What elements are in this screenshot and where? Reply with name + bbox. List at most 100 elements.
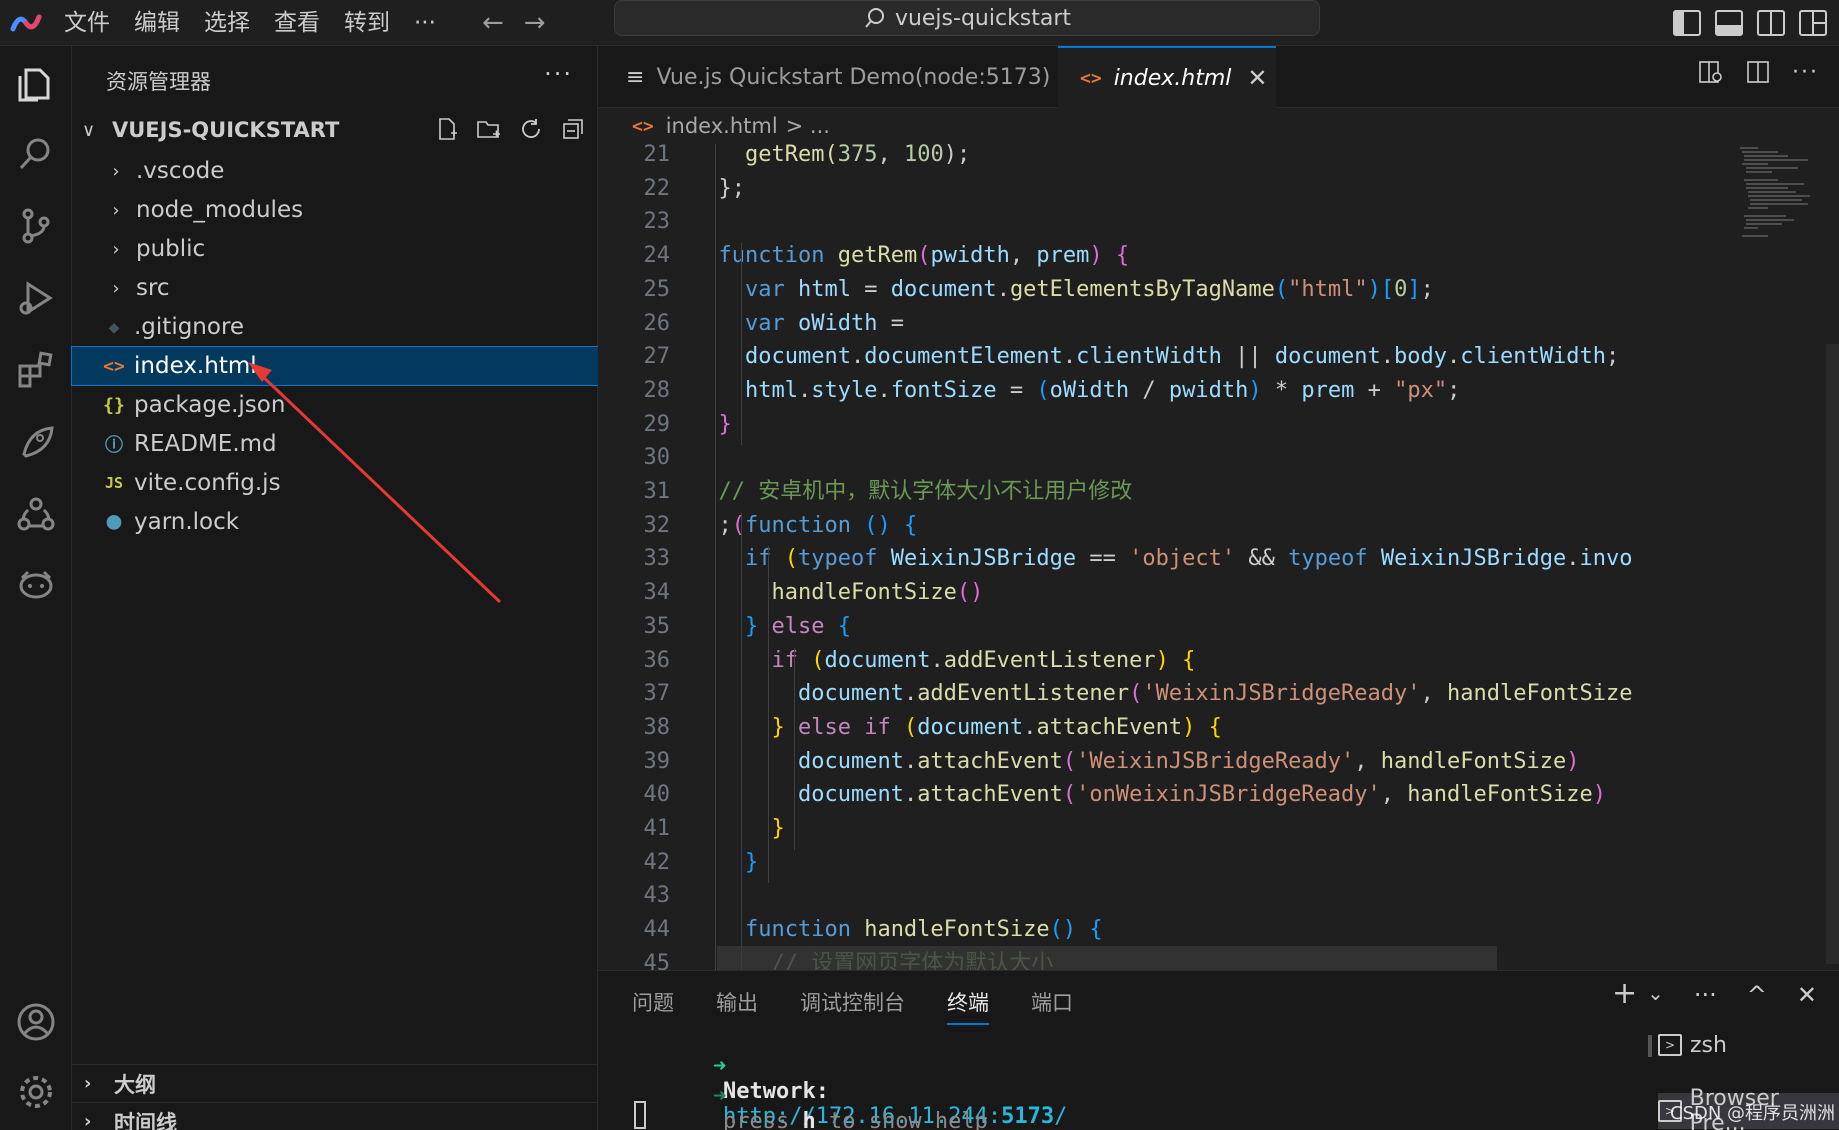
breadcrumb-file[interactable]: index.html [666,114,778,138]
menu-selection[interactable]: 选择 [192,0,262,46]
menu-file[interactable]: 文件 [52,0,122,46]
timeline-label: 时间线 [114,1110,177,1130]
toggle-panel-icon[interactable] [1715,10,1743,36]
customize-layout-icon[interactable] [1799,10,1827,36]
tab-ports[interactable]: 端口 [1031,987,1073,1025]
copilot-icon[interactable] [0,550,72,622]
code-text: } [718,411,732,437]
menu-more-button[interactable]: ··· [402,0,448,46]
code-line[interactable]: 43 [598,879,1728,912]
source-control-icon[interactable] [0,190,72,262]
line-number: 30 [643,445,671,471]
terminal-help-pre: press [722,1109,803,1130]
split-editor-icon[interactable] [1746,60,1770,90]
forward-arrow-icon[interactable]: → [514,0,556,46]
line-number: 28 [643,377,671,403]
code-text: } [771,816,785,841]
explorer-sidebar: 资源管理器 ··· ∨ VUEJS-QUICKSTART › .vscode ›… [71,46,599,1130]
line-number: 21 [643,144,671,167]
code-line[interactable]: 22 }; [598,172,1728,205]
layout-controls [1673,0,1839,46]
timeline-section[interactable]: › 时间线 [72,1102,598,1130]
tab-terminal[interactable]: 终端 [947,987,989,1025]
horizontal-scrollbar[interactable] [717,946,1497,970]
indent-guide [714,144,716,970]
toggle-primary-sidebar-icon[interactable] [1673,10,1701,36]
preview-icon: ≡ [626,64,645,90]
code-line[interactable]: 27 document.documentElement.clientWidth … [598,340,1728,373]
maximize-panel-icon[interactable]: ^ [1747,981,1767,1009]
remote-explorer-icon[interactable] [0,406,72,478]
line-number: 23 [643,209,671,235]
code-line[interactable]: 23 [598,205,1728,238]
code-text: handleFontSize() [771,580,984,606]
line-number: 37 [643,681,671,707]
code-text: function handleFontSize() { [744,917,1103,943]
code-line[interactable]: 31 // 安卓机中，默认字体大小不让用户修改 [598,475,1728,508]
tab-problems[interactable]: 问题 [632,987,674,1025]
breadcrumb-rest[interactable]: > ... [786,114,830,138]
tab-debug-console[interactable]: 调试控制台 [800,987,905,1025]
code-text: function getRem(pwidth, prem) { [718,243,1130,269]
account-icon[interactable] [0,986,72,1058]
line-number: 32 [643,512,671,538]
menu-view[interactable]: 查看 [262,0,332,46]
chevron-right-icon: › [84,1111,92,1130]
code-line[interactable]: 26 var oWidth = [598,307,1728,340]
code-line[interactable]: 32 ;(function () { [598,509,1728,542]
code-text: var oWidth = [744,310,904,336]
explorer-icon[interactable] [0,46,72,118]
minimap[interactable] [1738,144,1838,284]
menu-go[interactable]: 转到 [332,0,402,46]
tab-index-html[interactable]: <> index.html ✕ [1058,46,1276,108]
watermark: CSDN @程序员洲洲 [1670,1103,1836,1124]
vertical-scrollbar[interactable] [1826,344,1839,964]
search-icon[interactable] [0,118,72,190]
editor-more-icon[interactable]: ··· [1792,60,1819,90]
tab-output[interactable]: 输出 [716,987,758,1025]
terminal-item-label: zsh [1690,1032,1727,1058]
panel-more-icon[interactable]: ··· [1694,981,1717,1009]
code-line[interactable]: 21 getRem(375, 100); [598,144,1728,171]
search-icon [865,8,884,28]
indent-guide [794,714,795,850]
breadcrumb: <> index.html > ... [598,108,1839,144]
code-text: document.attachEvent('WeixinJSBridgeRead… [797,748,1580,774]
code-line[interactable]: 24 function getRem(pwidth, prem) { [598,239,1728,272]
back-arrow-icon[interactable]: ← [472,0,514,46]
annotation-arrow [248,362,502,604]
open-preview-icon[interactable] [1698,60,1724,90]
tab-browser-preview[interactable]: ≡ Vue.js Quickstart Demo(node:5173) [598,46,1056,108]
code-line[interactable]: 29 } [598,408,1728,441]
terminal-item-zsh[interactable]: > zsh [1658,1027,1727,1063]
editor-tab-bar: ≡ Vue.js Quickstart Demo(node:5173) <> i… [598,46,1839,108]
code-line[interactable]: 44 function handleFontSize() { [598,913,1728,946]
code-text: document.addEventListener('WeixinJSBridg… [797,681,1633,707]
settings-gear-icon[interactable] [0,1056,72,1128]
code-line[interactable]: 30 [598,441,1728,474]
close-icon[interactable]: ✕ [1247,64,1267,92]
menu-edit[interactable]: 编辑 [122,0,192,46]
line-number: 38 [643,714,671,740]
code-text: ;(function () { [692,512,918,538]
code-text: if (typeof WeixinJSBridge == 'object' &&… [744,546,1633,572]
toggle-secondary-sidebar-icon[interactable] [1757,10,1785,36]
code-line[interactable]: 25 var html = document.getElementsByTagN… [598,273,1728,306]
code-text: } else if (document.attachEvent) { [771,714,1222,740]
chevron-down-icon[interactable]: ⌄ [1647,981,1664,1009]
code-editor[interactable]: 21 getRem(375, 100); 22 }; 23 24 function g… [598,144,1839,970]
new-terminal-icon[interactable]: + [1612,979,1637,1009]
line-number: 45 [643,950,671,970]
line-number: 26 [643,310,671,336]
terminal-arrow-icon: ➜ [712,1084,727,1109]
code-line[interactable]: 28 html.style.fontSize = (oWidth / pwidt… [598,374,1728,407]
live-share-icon[interactable] [0,478,72,550]
close-panel-icon[interactable]: ✕ [1797,981,1817,1009]
command-center-search[interactable]: vuejs-quickstart [614,0,1320,36]
code-text: // 安卓机中，默认字体大小不让用户修改 [718,479,1133,504]
line-number: 43 [643,883,671,909]
indent-guide [767,546,769,614]
run-debug-icon[interactable] [0,262,72,334]
extensions-icon[interactable] [0,334,72,406]
outline-section[interactable]: › 大纲 [72,1064,598,1102]
